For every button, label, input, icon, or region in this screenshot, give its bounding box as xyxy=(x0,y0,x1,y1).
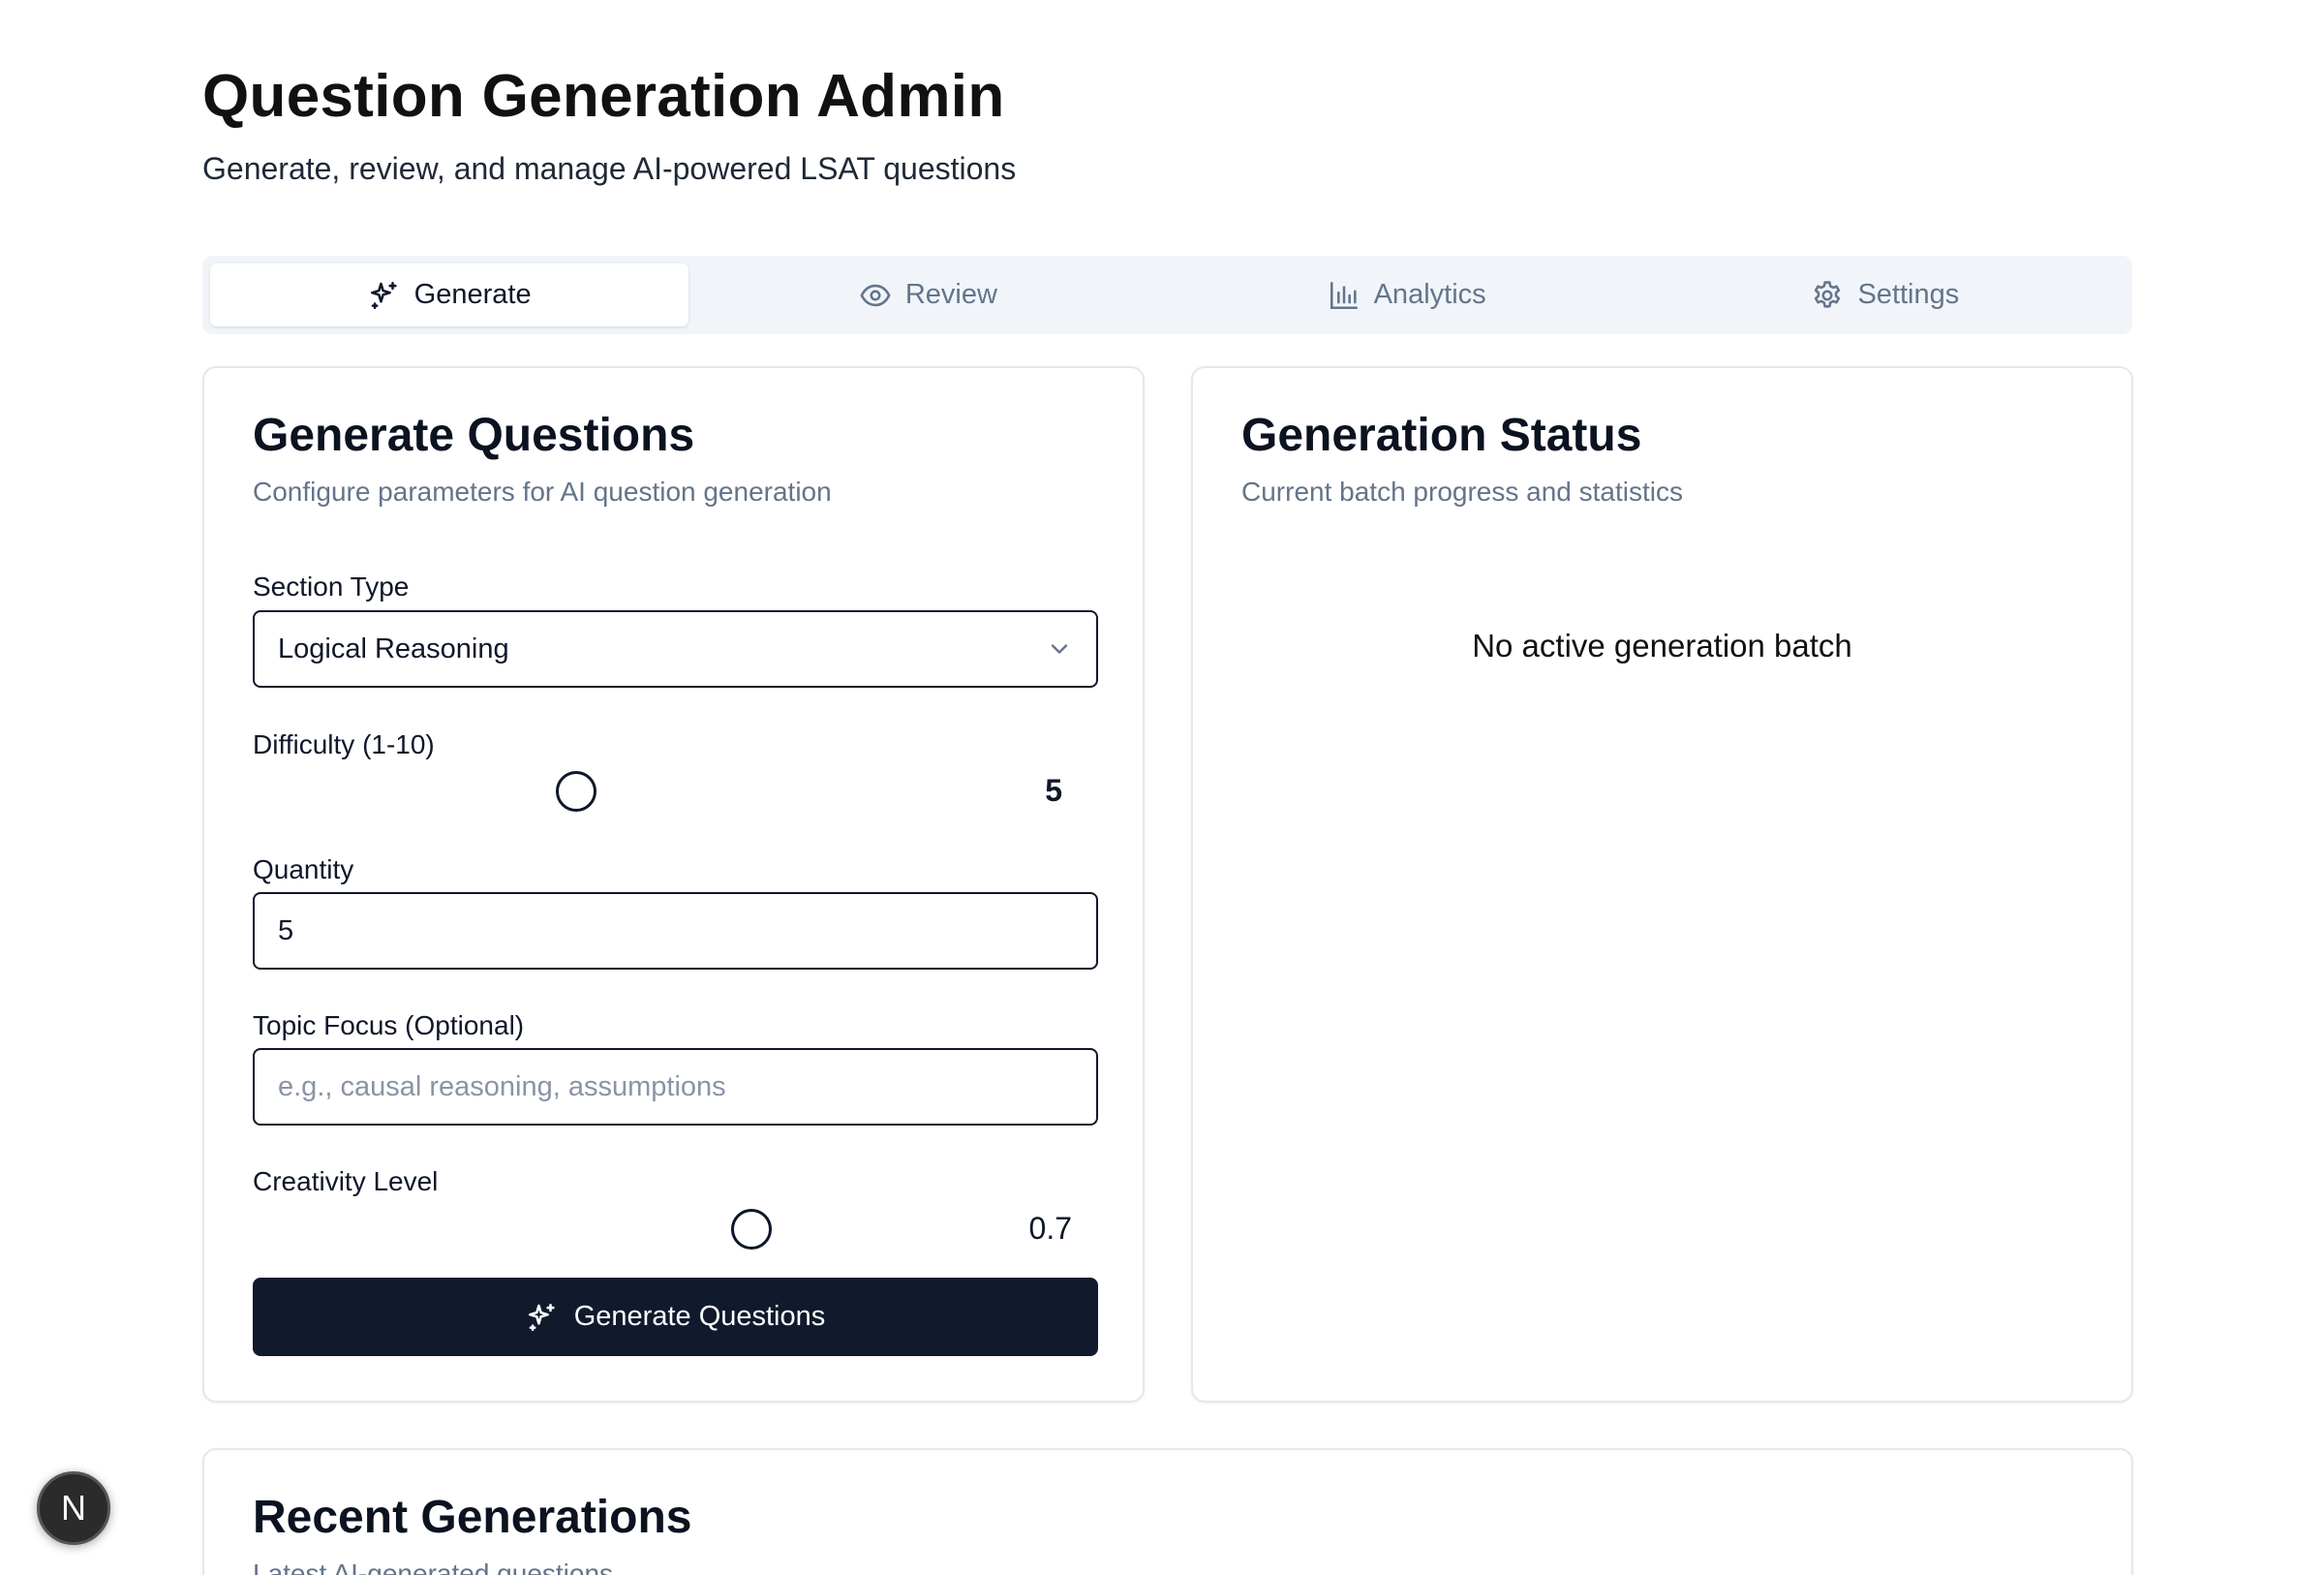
creativity-label: Creativity Level xyxy=(253,1166,439,1196)
section-type-label: Section Type xyxy=(253,571,410,602)
quantity-label: Quantity xyxy=(253,854,354,884)
sparkles-icon xyxy=(528,1303,555,1331)
tab-settings[interactable]: Settings xyxy=(1646,263,2125,326)
tab-label: Review xyxy=(904,279,997,310)
nextjs-dev-badge[interactable]: N xyxy=(37,1471,110,1545)
topic-focus-placeholder: e.g., causal reasoning, assumptions xyxy=(278,1070,726,1102)
difficulty-label: Difficulty (1-10) xyxy=(253,729,435,759)
bar-chart-icon xyxy=(1330,281,1358,309)
recent-card: Recent Generations Latest AI-generated q… xyxy=(202,1448,2133,1575)
tab-label: Generate xyxy=(413,279,532,310)
generate-questions-label: Generate Questions xyxy=(573,1301,826,1332)
section-type-value: Logical Reasoning xyxy=(278,633,509,664)
page: Question Generation Admin Generate, revi… xyxy=(0,0,2324,1575)
badge-label: N xyxy=(61,1488,86,1528)
card-description: Latest AI-generated questions xyxy=(253,1559,614,1575)
card-title: Recent Generations xyxy=(253,1492,692,1543)
creativity-slider[interactable]: 0.7 xyxy=(253,1207,1098,1250)
card-description: Configure parameters for AI question gen… xyxy=(253,477,832,507)
tab-generate[interactable]: Generate xyxy=(210,263,689,326)
tab-label: Settings xyxy=(1857,279,1960,310)
creativity-slider-thumb[interactable] xyxy=(731,1209,772,1250)
card-title: Generate Questions xyxy=(253,410,695,461)
tab-label: Analytics xyxy=(1373,279,1486,310)
creativity-value: 0.7 xyxy=(1028,1211,1072,1246)
page-title: Question Generation Admin xyxy=(202,63,1005,130)
tab-review[interactable]: Review xyxy=(688,263,1167,326)
topic-focus-input[interactable]: e.g., causal reasoning, assumptions xyxy=(253,1048,1098,1126)
difficulty-value: 5 xyxy=(1045,773,1062,808)
card-title: Generation Status xyxy=(1241,410,1642,461)
gear-icon xyxy=(1815,280,1841,308)
generate-card: Generate Questions Configure parameters … xyxy=(202,366,1145,1403)
sparkles-icon xyxy=(370,281,397,309)
difficulty-slider[interactable]: 5 xyxy=(253,769,1098,812)
quantity-value: 5 xyxy=(278,914,294,946)
quantity-input[interactable]: 5 xyxy=(253,892,1098,970)
chevron-down-icon xyxy=(1051,644,1068,654)
topic-focus-label: Topic Focus (Optional) xyxy=(253,1010,525,1040)
page-subtitle: Generate, review, and manage AI-powered … xyxy=(202,151,1017,186)
tab-analytics[interactable]: Analytics xyxy=(1168,263,1646,326)
difficulty-slider-thumb[interactable] xyxy=(556,771,596,812)
card-description: Current batch progress and statistics xyxy=(1241,477,1683,507)
eye-icon xyxy=(860,284,891,306)
status-card: Generation Status Current batch progress… xyxy=(1191,366,2133,1403)
tab-bar: Generate Review Analytics Settings xyxy=(202,256,2132,334)
generate-questions-button[interactable]: Generate Questions xyxy=(253,1278,1098,1356)
section-type-select[interactable]: Logical Reasoning xyxy=(253,610,1098,688)
empty-state-message: No active generation batch xyxy=(1472,628,1852,664)
